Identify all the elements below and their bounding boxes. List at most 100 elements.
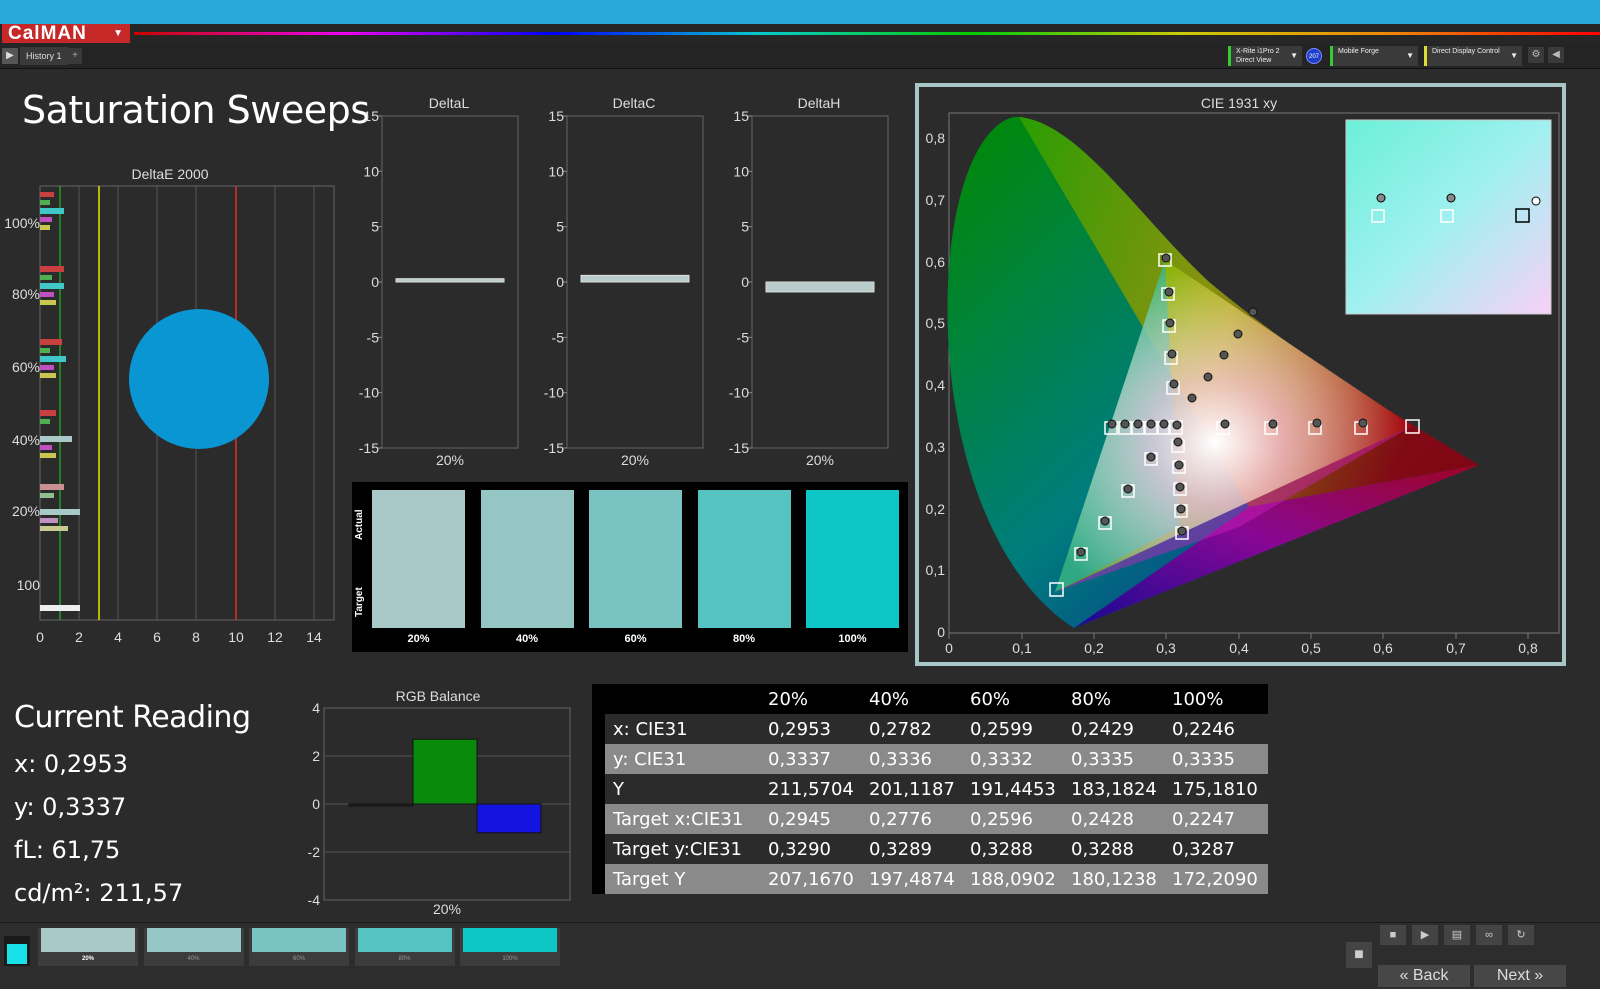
meter-select[interactable]: X-Rite i1Pro 2 Direct View ▼ [1228, 46, 1302, 66]
table-cell: 0,3289 [864, 834, 965, 864]
rgb-bar-blue [476, 803, 542, 834]
cie-ytick: 0,5 [926, 315, 946, 331]
table-cell: 0,3337 [763, 744, 864, 774]
bottom-swatch-button[interactable]: 100% [460, 928, 560, 966]
table-row: Target Y 207,1670 197,4874 188,0902 180,1238… [592, 864, 1268, 894]
rgb-ytick: 4 [312, 700, 320, 716]
delta-ytick: 15 [733, 108, 749, 124]
table-row: x: CIE31 0,2953 0,2782 0,2599 0,2429 0,2246 [592, 714, 1268, 744]
save-icon[interactable]: ▤ [1444, 925, 1470, 945]
table-cell: 0,3332 [965, 744, 1066, 774]
rgb-xlabel: 20% [433, 901, 461, 917]
delta-chart-deltac: 15 10 5 0 -5 -10 -15 20% [544, 108, 704, 468]
rgb-bar-green [412, 738, 478, 805]
swatch-panel: Actual Target 20% 40% 60% 80% 100% [352, 482, 908, 652]
bottom-swatch-button[interactable]: 20% [38, 928, 138, 966]
cie-xtick: 0,4 [1229, 640, 1249, 656]
table-cell: 211,5704 [763, 774, 864, 804]
delta-ytick: 5 [371, 219, 379, 235]
swatch-label: 100% [838, 633, 867, 645]
table-cell: 0,2953 [763, 714, 864, 744]
cie-xtick: 0,7 [1446, 640, 1466, 656]
deltae-ylabel: 80% [12, 286, 40, 302]
rgb-ytick: 0 [312, 796, 320, 812]
table-cell: 0,3336 [864, 744, 965, 774]
delta-ytick: -15 [729, 440, 749, 456]
meter-mode: Direct View [1236, 57, 1272, 64]
table-cell: 0,2246 [1167, 714, 1268, 744]
table-row-label: Target y:CIE31 [605, 834, 763, 864]
delta-ytick: 0 [741, 274, 749, 290]
swatch-fill [41, 928, 135, 952]
swatch-fill [252, 928, 346, 952]
cie-ytick: 0,6 [926, 254, 946, 270]
swatch-fill [463, 928, 557, 952]
delta-ytick: 5 [741, 219, 749, 235]
table-cell: 0,3288 [1066, 834, 1167, 864]
table-cell: 0,3335 [1167, 744, 1268, 774]
back-button[interactable]: « Back [1378, 965, 1470, 987]
table-cell: 0,2776 [864, 804, 965, 834]
meter-badge[interactable]: 207 [1306, 48, 1322, 64]
table-header-row: 20% 40% 60% 80% 100% [592, 684, 1268, 714]
play-button[interactable]: ▶ [1412, 925, 1438, 945]
delta-ytick: -10 [544, 385, 564, 401]
app-logo-menu[interactable]: CalMAN ▼ [2, 24, 130, 43]
table-cell: 172,2090 [1167, 864, 1268, 894]
delta-ytick: 10 [548, 163, 564, 179]
actual-label: Actual [354, 509, 365, 540]
table-row-label: Target Y [605, 864, 763, 894]
bottom-swatch-button[interactable]: 40% [143, 928, 244, 966]
deltae-xtick: 6 [153, 629, 161, 645]
chevron-down-icon: ▼ [1510, 51, 1518, 60]
bottom-swatch-label: 100% [502, 956, 518, 962]
stop-button[interactable]: ■ [1380, 925, 1406, 945]
bottom-swatch-button[interactable]: 60% [249, 928, 349, 966]
display-select[interactable]: Direct Display Control ▼ [1424, 46, 1522, 66]
reading-y: y: 0,3337 [14, 793, 127, 821]
swatch-label: 80% [732, 633, 756, 645]
add-tab-button[interactable]: + [68, 48, 82, 64]
table-cell: 0,2599 [965, 714, 1066, 744]
deltae-ylabel: 100% [4, 215, 40, 231]
tab-history[interactable]: History 1 [20, 47, 68, 65]
bottom-swatch-label: 40% [187, 956, 200, 962]
deltae-xtick: 8 [192, 629, 200, 645]
delta-ytick: -5 [552, 329, 565, 345]
swatch-actual-target [697, 490, 791, 628]
stop-icon[interactable]: ■ [1346, 942, 1372, 968]
delta-ytick: -15 [359, 440, 379, 456]
cie-ytick: 0,4 [926, 377, 946, 393]
source-name: Mobile Forge [1338, 48, 1379, 55]
swatch-label: 40% [515, 633, 539, 645]
delta-xlabel: 20% [806, 452, 834, 468]
swatch-actual-target [480, 490, 574, 628]
table-row: Target y:CIE31 0,3290 0,3289 0,3288 0,3288 0,… [592, 834, 1268, 864]
delta-ytick: 10 [363, 163, 379, 179]
table-cell: 0,2429 [1066, 714, 1167, 744]
source-select[interactable]: Mobile Forge ▼ [1330, 46, 1418, 66]
bottom-swatch-label: 60% [292, 956, 305, 962]
deltae-xtick: 12 [267, 629, 283, 645]
refresh-icon[interactable]: ↻ [1508, 925, 1534, 945]
collapse-icon[interactable]: ◀ [1548, 47, 1564, 63]
table-cell: 201,1187 [864, 774, 965, 804]
swatch-actual-target [589, 490, 682, 628]
table-header-cell: 80% [1066, 684, 1167, 714]
deltae-ylabel: 40% [12, 432, 40, 448]
table-header-cell: 100% [1167, 684, 1268, 714]
bottom-swatch-button[interactable]: 80% [354, 928, 455, 966]
current-reading-title: Current Reading [14, 700, 251, 735]
loop-icon[interactable]: ∞ [1476, 925, 1502, 945]
deltae-chart: 100% 80% 60% 40% 20% 100 0 2 4 6 8 10 12… [4, 185, 335, 645]
table-cell: 207,1670 [763, 864, 864, 894]
cie-xtick: 0,5 [1301, 640, 1321, 656]
chevron-down-icon: ▼ [113, 28, 124, 39]
gear-icon[interactable]: ⚙ [1528, 47, 1544, 63]
deltae-xtick: 14 [306, 629, 322, 645]
play-icon[interactable]: ▶ [2, 48, 18, 64]
next-button[interactable]: Next » [1474, 965, 1566, 987]
rgb-balance-chart: 4 2 0 -2 -4 20% [308, 700, 571, 917]
table-cell: 0,3290 [763, 834, 864, 864]
rgb-ytick: 2 [312, 748, 320, 764]
